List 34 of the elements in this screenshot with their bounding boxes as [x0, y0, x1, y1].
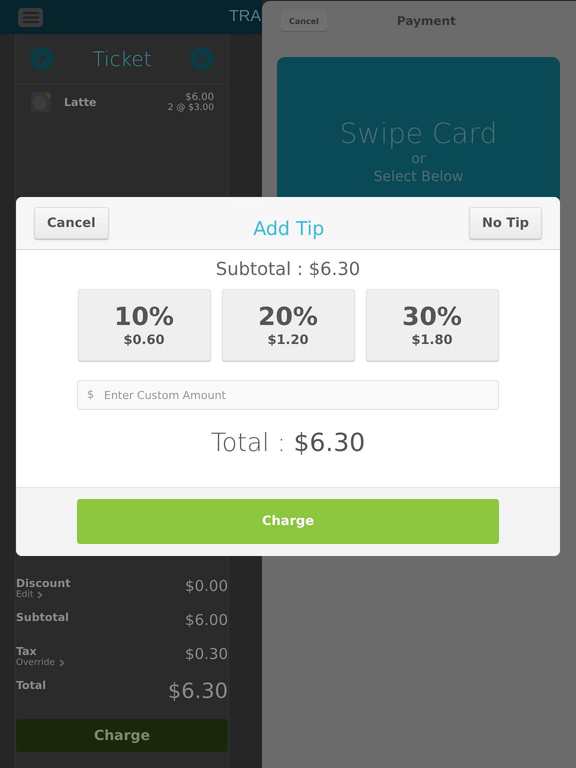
close-icon[interactable] [190, 47, 214, 71]
total-text: Total : $6.30 [210, 428, 366, 457]
chevron-icon [58, 659, 65, 667]
summary-label: Tax [16, 645, 38, 658]
summary-value: $6.30 [168, 679, 228, 703]
summary-label: Discount [16, 577, 70, 590]
currency-symbol: $ [87, 388, 94, 401]
summary-link[interactable]: Override [16, 658, 55, 668]
chevron-icon [37, 591, 44, 599]
tip-option[interactable]: 10% $0.60 [78, 289, 210, 361]
or-text: or [411, 151, 426, 167]
swipe-card-title: Swipe Card [340, 117, 498, 151]
no-tip-button[interactable]: No Tip [469, 207, 542, 239]
item-price: $6.00 [185, 92, 214, 102]
cancel-button[interactable]: Cancel [34, 207, 109, 239]
charge-button[interactable]: Charge [16, 719, 228, 752]
payment-title: Payment [396, 14, 456, 28]
summary-value: $0.00 [185, 577, 228, 595]
summary-label: Subtotal [16, 611, 69, 624]
item-name: Latte [64, 96, 98, 108]
tip-option[interactable]: 20% $1.20 [222, 289, 354, 361]
subtotal-text: Subtotal : $6.30 [216, 259, 360, 280]
ticket-title: Ticket [92, 47, 152, 71]
summary-value: $0.30 [185, 645, 228, 663]
menu-icon[interactable] [18, 8, 43, 26]
app-title: TRA [229, 8, 261, 26]
summary-label: Total [16, 679, 46, 692]
tip-option[interactable]: 30% $1.80 [366, 289, 498, 361]
item-quantity: 2 @ $3.00 [168, 102, 214, 112]
select-below-text: Select Below [374, 168, 464, 187]
edit-icon[interactable] [30, 47, 54, 71]
cancel-button[interactable]: Cancel [281, 11, 327, 31]
summary-value: $6.00 [185, 611, 228, 629]
summary-link[interactable]: Edit [16, 590, 34, 600]
